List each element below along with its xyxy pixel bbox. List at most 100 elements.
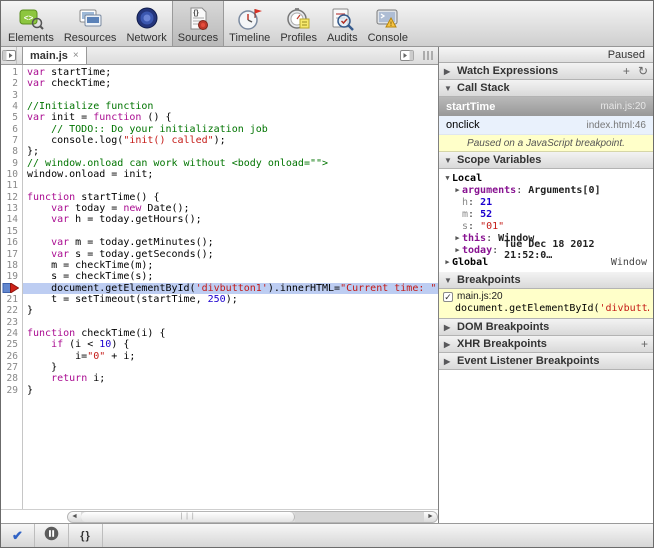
toolbar-tab-profiles[interactable]: Profiles	[275, 1, 322, 46]
watch-expressions-header[interactable]: ▶ Watch Expressions + ↻	[439, 63, 653, 80]
pretty-print-button[interactable]: {}	[69, 524, 103, 547]
code-text[interactable]: var m = today.getMinutes();	[23, 237, 438, 248]
tab-main-js[interactable]: main.js ×	[22, 47, 87, 64]
code-text[interactable]	[23, 226, 438, 237]
line-number-gutter[interactable]: 14	[1, 214, 23, 225]
execution-breakpoint-marker-icon[interactable]	[1, 283, 23, 294]
breakpoints-header[interactable]: ▼ Breakpoints	[439, 272, 653, 289]
code-text[interactable]	[23, 317, 438, 328]
code-text[interactable]: var init = function () {	[23, 112, 438, 123]
scope-variable-row[interactable]: ▶today: Tue Dec 18 2012 21:52:0…	[439, 244, 653, 256]
line-number-gutter[interactable]: 2	[1, 78, 23, 89]
code-text[interactable]: s = checkTime(s);	[23, 271, 438, 282]
scope-variables-header[interactable]: ▼ Scope Variables	[439, 152, 653, 169]
line-number-gutter[interactable]: 25	[1, 339, 23, 350]
line-number-gutter[interactable]: 26	[1, 351, 23, 362]
line-number-gutter[interactable]: 7	[1, 135, 23, 146]
code-text[interactable]: var today = new Date();	[23, 203, 438, 214]
toolbar-tab-elements[interactable]: <>Elements	[3, 1, 59, 46]
call-stack-frame[interactable]: startTimemain.js:20	[439, 97, 653, 116]
code-text[interactable]: //Initialize function	[23, 101, 438, 112]
line-number-gutter[interactable]: 5	[1, 112, 23, 123]
line-number-gutter[interactable]: 13	[1, 203, 23, 214]
pause-on-exceptions-button[interactable]	[35, 524, 69, 547]
code-text[interactable]	[23, 180, 438, 191]
line-number-gutter[interactable]: 10	[1, 169, 23, 180]
line-number-gutter[interactable]: 19	[1, 271, 23, 282]
code-text[interactable]: var h = today.getHours();	[23, 214, 438, 225]
line-number-gutter[interactable]: 3	[1, 90, 23, 101]
line-number-gutter[interactable]: 6	[1, 124, 23, 135]
scroll-left-button[interactable]: ◄	[68, 512, 81, 522]
line-number-gutter[interactable]: 4	[1, 101, 23, 112]
toolbar-tab-timeline[interactable]: Timeline	[224, 1, 275, 46]
show-drawer-button[interactable]	[396, 47, 418, 64]
chevron-right-icon[interactable]: ▶	[453, 186, 462, 194]
horizontal-scrollbar[interactable]: ◄ | | | ►	[1, 509, 438, 523]
toolbar-tab-network[interactable]: Network	[121, 1, 171, 46]
toolbar-tab-console[interactable]: !Console	[363, 1, 413, 46]
chevron-right-icon[interactable]: ▶	[453, 246, 462, 254]
line-number-gutter[interactable]: 16	[1, 237, 23, 248]
add-watch-icon[interactable]: +	[623, 64, 630, 78]
breakpoint-entry[interactable]: ✓ main.js:20 document.getElementById('di…	[439, 289, 653, 319]
chevron-right-icon[interactable]: ▶	[453, 234, 462, 242]
scroll-right-button[interactable]: ►	[424, 512, 437, 522]
code-text[interactable]: }	[23, 362, 438, 373]
call-stack-header[interactable]: ▼ Call Stack	[439, 80, 653, 97]
chevron-right-icon[interactable]: ▶	[443, 258, 452, 266]
toolbar-tab-resources[interactable]: Resources	[59, 1, 122, 46]
code-text[interactable]: t = setTimeout(startTime, 250);	[23, 294, 438, 305]
console-toggle-button[interactable]: ✔	[1, 524, 35, 547]
line-number-gutter[interactable]: 12	[1, 192, 23, 203]
scope-variable-row[interactable]: ▼Local	[439, 172, 653, 184]
source-editor[interactable]: 1var startTime;2var checkTime;34//Initia…	[1, 65, 438, 509]
line-number-gutter[interactable]: 18	[1, 260, 23, 271]
code-text[interactable]: if (i < 10) {	[23, 339, 438, 350]
line-number-gutter[interactable]: 22	[1, 305, 23, 316]
code-text[interactable]: return i;	[23, 373, 438, 384]
code-text[interactable]: window.onload = init;	[23, 169, 438, 180]
line-number-gutter[interactable]: 15	[1, 226, 23, 237]
line-number-gutter[interactable]: 23	[1, 317, 23, 328]
code-text[interactable]: i="0" + i;	[23, 351, 438, 362]
line-number-gutter[interactable]: 28	[1, 373, 23, 384]
code-text[interactable]: // window.onload can work without <body …	[23, 158, 438, 169]
splitter-grip[interactable]	[418, 47, 438, 64]
line-number-gutter[interactable]: 29	[1, 385, 23, 396]
line-number-gutter[interactable]: 11	[1, 180, 23, 191]
code-text[interactable]: function startTime() {	[23, 192, 438, 203]
code-text[interactable]: var startTime;	[23, 67, 438, 78]
line-number-gutter[interactable]: 17	[1, 249, 23, 260]
show-navigator-button[interactable]	[1, 47, 17, 64]
code-text[interactable]: }	[23, 385, 438, 396]
scrollbar-track[interactable]	[295, 512, 424, 522]
add-xhr-breakpoint-icon[interactable]: +	[641, 337, 648, 351]
event-listener-breakpoints-header[interactable]: ▶ Event Listener Breakpoints	[439, 353, 653, 370]
close-icon[interactable]: ×	[73, 50, 79, 61]
refresh-icon[interactable]: ↻	[638, 64, 648, 78]
code-text[interactable]: };	[23, 146, 438, 157]
code-text[interactable]: var checkTime;	[23, 78, 438, 89]
code-text[interactable]: var s = today.getSeconds();	[23, 249, 438, 260]
code-text[interactable]: // TODO:: Do your initialization job	[23, 124, 438, 135]
code-text[interactable]: m = checkTime(m);	[23, 260, 438, 271]
chevron-down-icon[interactable]: ▼	[443, 174, 452, 182]
code-text[interactable]: console.log("init() called");	[23, 135, 438, 146]
scrollbar-thumb[interactable]: | | |	[81, 512, 295, 522]
line-number-gutter[interactable]: 24	[1, 328, 23, 339]
call-stack-frame[interactable]: onclickindex.html:46	[439, 116, 653, 135]
code-text[interactable]: document.getElementById('divbutton1').in…	[23, 283, 438, 294]
scope-variable-row[interactable]: ▶arguments: Arguments[0]	[439, 184, 653, 196]
toolbar-tab-sources[interactable]: {}Sources	[172, 1, 224, 46]
line-number-gutter[interactable]: 1	[1, 67, 23, 78]
dom-breakpoints-header[interactable]: ▶ DOM Breakpoints	[439, 319, 653, 336]
code-text[interactable]	[23, 90, 438, 101]
line-number-gutter[interactable]: 27	[1, 362, 23, 373]
breakpoint-checkbox[interactable]: ✓	[443, 292, 453, 302]
line-number-gutter[interactable]: 8	[1, 146, 23, 157]
code-text[interactable]: }	[23, 305, 438, 316]
code-area[interactable]: 1var startTime;2var checkTime;34//Initia…	[1, 65, 438, 396]
code-text[interactable]: function checkTime(i) {	[23, 328, 438, 339]
toolbar-tab-audits[interactable]: Audits	[322, 1, 363, 46]
